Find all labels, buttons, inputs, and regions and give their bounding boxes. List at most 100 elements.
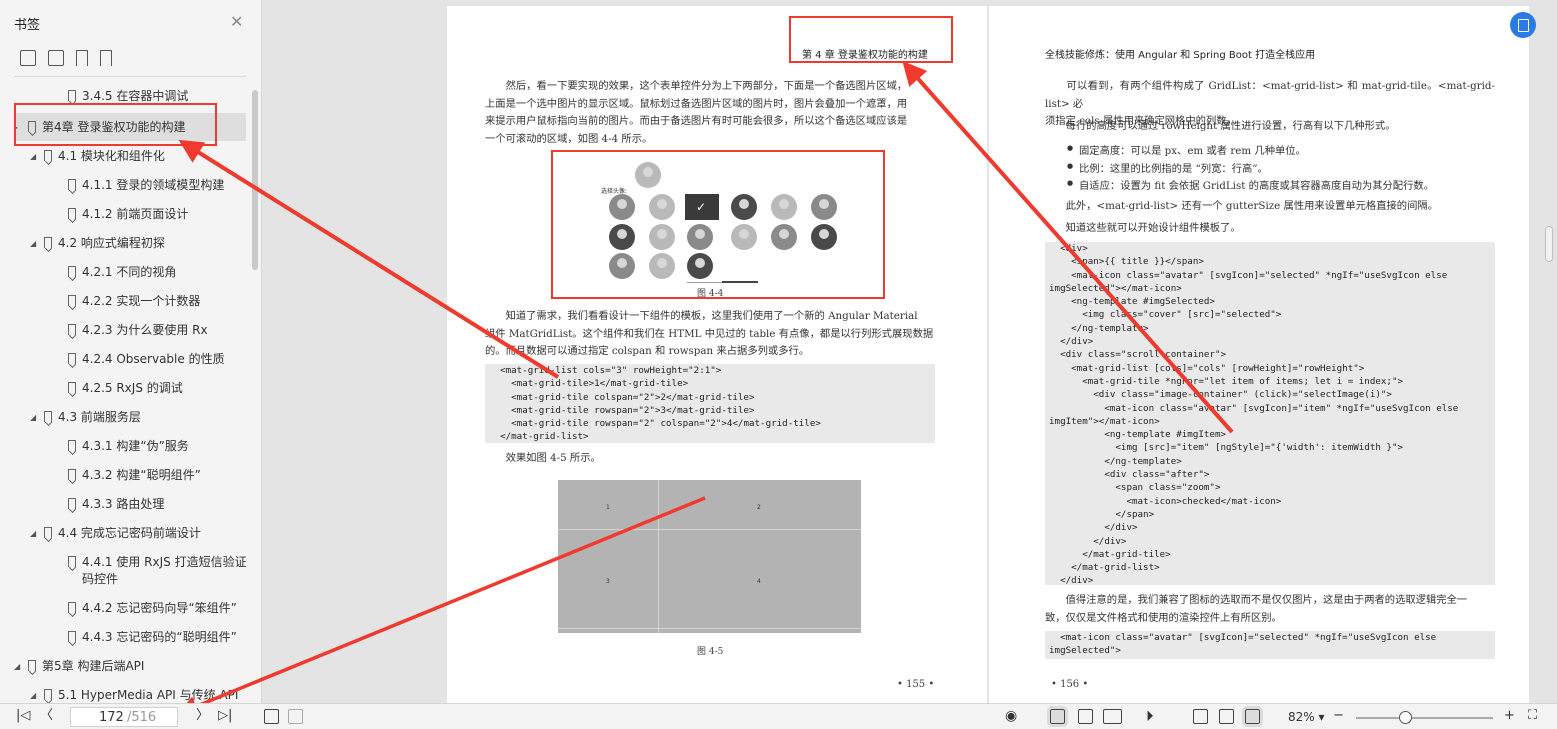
text-line: 值得注意的是，我们兼容了图标的选取而不是仅仅图片，这是由于两者的选取逻辑完全一 xyxy=(1045,594,1468,606)
bookmark-label: 4.1.1 登录的领域模型构建 xyxy=(82,178,225,192)
bookmark-icon xyxy=(44,689,52,700)
zoom-slider[interactable] xyxy=(1356,717,1493,719)
expand-toggle-icon[interactable]: ◢ xyxy=(30,236,36,252)
annotation-box xyxy=(551,150,885,299)
next-page-button[interactable]: 〉 xyxy=(196,709,209,723)
prev-page-button[interactable]: 〈 xyxy=(40,709,53,723)
figure-4-5-grid: 1 2 3 4 xyxy=(558,480,861,633)
expand-toggle-icon[interactable]: ◢ xyxy=(30,526,36,542)
play-icon[interactable]: ⏵ xyxy=(1146,709,1154,724)
zoom-level[interactable]: 82% ▾ xyxy=(1288,710,1325,724)
bookmark-icon xyxy=(68,498,76,509)
bookmark-icon xyxy=(68,556,76,567)
text-line: 上面是一个选中图片的显示区域。鼠标划过备选图片区域的图片时，图片会叠加一个遮罩，… xyxy=(485,97,908,110)
collapse-sidebar-icon[interactable] xyxy=(264,709,279,724)
zoom-value: 82% xyxy=(1288,710,1315,724)
eye-icon[interactable]: ◉ xyxy=(1005,709,1017,723)
grid-line xyxy=(558,628,861,629)
expand-panel-icon[interactable] xyxy=(288,709,303,724)
last-page-button[interactable]: ▷| xyxy=(218,709,232,723)
two-page-icon[interactable] xyxy=(1103,709,1122,724)
grid-line xyxy=(558,529,861,530)
collapse-all-icon[interactable] xyxy=(48,50,64,66)
bookmark-label: 4.3.1 构建“伪”服务 xyxy=(82,439,189,453)
bookmark-icon xyxy=(44,527,52,538)
bookmark-label: 4.3 前端服务层 xyxy=(58,410,141,424)
bullet-item: 比例：这里的比例指的是 “列宽：行高”。 xyxy=(1067,160,1268,175)
text-line: 致，仅仅是文件格式和使用的渲染控件上有所区别。 xyxy=(1045,611,1282,624)
fit-width-icon[interactable] xyxy=(1242,706,1263,727)
page-number: • 155 • xyxy=(897,679,935,690)
bookmark-label: 4.4 完成忘记密码前端设计 xyxy=(58,526,201,540)
code-block: <mat-grid-list cols="3" rowHeight="2:1">… xyxy=(485,364,935,443)
grid-tile-label: 4 xyxy=(757,578,761,585)
close-icon[interactable]: ✕ xyxy=(230,14,243,30)
bullet-item: 自适应：设置为 fit 会依据 GridList 的高度或其容器高度自动为其分配… xyxy=(1067,177,1434,192)
bookmark-icon[interactable] xyxy=(100,50,112,66)
fullscreen-icon[interactable]: ⛶ xyxy=(1528,709,1537,723)
status-bar: |◁ 〈 172 /516 〉 ▷| ◉ ⏵ 82% ▾ − + ⛶ xyxy=(0,703,1557,729)
single-page-icon[interactable] xyxy=(1047,706,1068,727)
zoom-out-button[interactable]: − xyxy=(1333,709,1344,723)
annotation-box xyxy=(14,103,217,146)
expand-all-icon[interactable] xyxy=(20,50,36,66)
expand-toggle-icon[interactable]: ◢ xyxy=(30,688,36,703)
bookmark-label: 4.2.4 Observable 的性质 xyxy=(82,352,225,366)
text-line: 来提示用户鼠标指向当前的图片。而由于备选图片有时可能会很多，所以这个备选区域应该… xyxy=(485,115,908,127)
page-156: 全栈技能修炼：使用 Angular 和 Spring Boot 打造全栈应用 可… xyxy=(989,6,1529,703)
page-number-input[interactable]: 172 /516 xyxy=(70,707,178,727)
paragraph: 此外，<mat-grid-list> 还有一个 gutterSize 属性用来设… xyxy=(1045,200,1438,212)
divider xyxy=(14,76,246,77)
bookmark-icon xyxy=(68,602,76,613)
bookmark-icon xyxy=(44,411,52,422)
current-page: 172 xyxy=(99,710,124,725)
page-header: 全栈技能修炼：使用 Angular 和 Spring Boot 打造全栈应用 xyxy=(1045,50,1316,61)
paragraph: 效果如图 4-5 所示。 xyxy=(485,452,601,464)
bookmark-label: 4.3.3 路由处理 xyxy=(82,497,165,511)
bookmark-icon xyxy=(68,179,76,190)
bookmark-label: 4.2.3 为什么要使用 Rx xyxy=(82,323,208,337)
zoom-slider-handle[interactable] xyxy=(1398,711,1412,724)
bookmark-label: 4.2.5 RxJS 的调试 xyxy=(82,381,183,395)
bookmark-icon xyxy=(68,90,76,101)
bookmark-label: 3.4.5 在容器中调试 xyxy=(82,89,189,103)
expand-toggle-icon[interactable]: ◢ xyxy=(30,410,36,426)
expand-toggle-icon[interactable]: ◢ xyxy=(14,659,20,675)
code-block: <mat-icon class="avatar" [svgIcon]="sele… xyxy=(1045,631,1495,659)
bookmark-tree: 3.4.5 在容器中调试 ▸ 第4章 登录鉴权功能的构建 ◢ 4.1 模块化和组件化 4.… xyxy=(0,82,252,703)
page-155: 第 4 章 登录鉴权功能的构建 然后，看一下要实现的效果，这个表单控件分为上下两… xyxy=(447,6,987,703)
translate-icon[interactable] xyxy=(1510,12,1536,38)
sidebar-toolbar xyxy=(20,50,112,66)
sidebar-scrollbar[interactable] xyxy=(252,90,258,270)
bookmark-icon xyxy=(68,469,76,480)
bookmark-label: 4.4.2 忘记密码向导“笨组件” xyxy=(82,601,237,615)
code-block: <div> <span>{{ title }}</span> <mat-icon… xyxy=(1045,242,1495,586)
bookmark-icon xyxy=(68,266,76,277)
actual-size-icon[interactable] xyxy=(1193,709,1208,724)
fit-page-icon[interactable] xyxy=(1219,709,1234,724)
bookmark-icon xyxy=(44,150,52,161)
bookmark-label: 第5章 构建后端API xyxy=(42,659,145,673)
bookmark-label: 4.2 响应式编程初探 xyxy=(58,236,165,250)
bookmark-icon xyxy=(44,237,52,248)
total-pages: /516 xyxy=(127,710,157,725)
document-scrollbar[interactable] xyxy=(1545,226,1553,262)
text-line: 可以看到，有两个组件构成了 GridList：<mat-grid-list> 和… xyxy=(1045,80,1495,110)
document-icon[interactable] xyxy=(1078,709,1093,724)
expand-toggle-icon[interactable]: ◢ xyxy=(30,149,36,165)
grid-tile-label: 1 xyxy=(606,504,610,511)
paragraph: 知道了需求，我们看看设计一下组件的模板，这里我们使用了一个新的 Angular … xyxy=(485,308,935,361)
bookmark-icon xyxy=(28,660,36,671)
grid-line xyxy=(658,480,659,633)
zoom-in-button[interactable]: + xyxy=(1504,709,1515,723)
bookmark-icon xyxy=(68,295,76,306)
figure-caption: 图 4-5 xyxy=(697,647,724,657)
bookmark-label: 5.1 HyperMedia API 与传统 API xyxy=(58,688,239,702)
add-bookmark-icon[interactable] xyxy=(76,50,88,66)
grid-tile-label: 2 xyxy=(757,504,761,511)
bookmark-label: 4.3.2 构建“聪明组件” xyxy=(82,468,201,482)
bookmark-icon xyxy=(68,440,76,451)
first-page-button[interactable]: |◁ xyxy=(16,709,30,723)
paragraph: 知道这些就可以开始设计组件模板了。 xyxy=(1045,222,1241,234)
bookmark-label: 4.4.1 使用 RxJS 打造短信验证 xyxy=(82,555,247,569)
